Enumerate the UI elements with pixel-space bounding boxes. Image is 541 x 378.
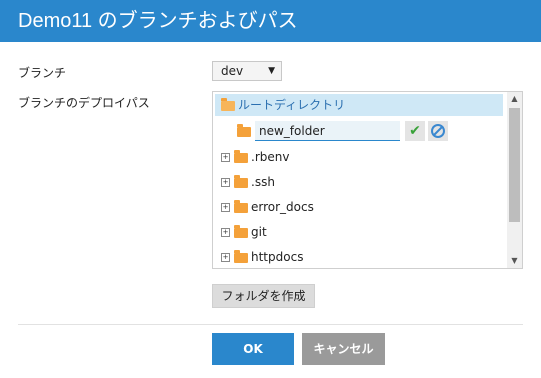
branch-select-value: dev (221, 64, 244, 78)
plus-box-icon[interactable]: + (221, 228, 230, 237)
folder-icon (234, 149, 248, 163)
folder-icon (234, 249, 248, 263)
create-folder-button[interactable]: フォルダを作成 (212, 284, 315, 308)
plus-box-icon[interactable]: + (221, 178, 230, 187)
tree-item-label: error_docs (251, 200, 314, 214)
cancel-button[interactable]: キャンセル (302, 333, 385, 365)
branch-select[interactable]: dev ▼ (212, 61, 282, 81)
tree-item[interactable]: + .rbenv (221, 146, 289, 168)
tree-item-label: .rbenv (251, 150, 290, 164)
scroll-down-icon[interactable]: ▼ (507, 254, 522, 268)
tree-root-label: ルートディレクトリ (238, 98, 346, 112)
tree-item[interactable]: + .ssh (221, 171, 275, 193)
folder-icon (234, 199, 248, 213)
cancel-circle-icon (431, 123, 445, 138)
tree-item[interactable]: + httpdocs (221, 246, 303, 268)
plus-box-icon[interactable]: + (221, 253, 230, 262)
tree-scrollbar[interactable]: ▲ ▼ (507, 92, 522, 268)
tree-root-item[interactable]: ルートディレクトリ (215, 94, 503, 116)
folder-icon (237, 124, 251, 137)
tree-item-label: .ssh (251, 175, 275, 189)
folder-tree[interactable]: ルートディレクトリ ✔ + .rbenv + .ssh + error_docs + g… (212, 91, 523, 269)
scrollbar-thumb[interactable] (509, 108, 520, 222)
folder-open-icon (221, 97, 235, 111)
tree-item-label: git (251, 225, 267, 239)
deploy-path-label: ブランチのデプロイパス (18, 96, 150, 110)
plus-box-icon[interactable]: + (221, 203, 230, 212)
tree-item[interactable]: + git (221, 221, 267, 243)
folder-icon (234, 224, 248, 238)
cancel-new-folder-button[interactable] (428, 121, 448, 141)
new-folder-input[interactable] (255, 121, 400, 141)
confirm-new-folder-button[interactable]: ✔ (405, 121, 425, 141)
divider (18, 324, 523, 325)
chevron-down-icon: ▼ (268, 66, 275, 76)
ok-button[interactable]: OK (212, 333, 294, 365)
scroll-up-icon[interactable]: ▲ (507, 92, 522, 106)
folder-icon (234, 174, 248, 188)
checkmark-icon: ✔ (409, 123, 421, 139)
plus-box-icon[interactable]: + (221, 153, 230, 162)
tree-item-label: httpdocs (251, 250, 304, 264)
branch-label: ブランチ (18, 66, 67, 80)
dialog-title: Demo11 のブランチおよびパス (0, 0, 541, 42)
tree-item[interactable]: + error_docs (221, 196, 314, 218)
